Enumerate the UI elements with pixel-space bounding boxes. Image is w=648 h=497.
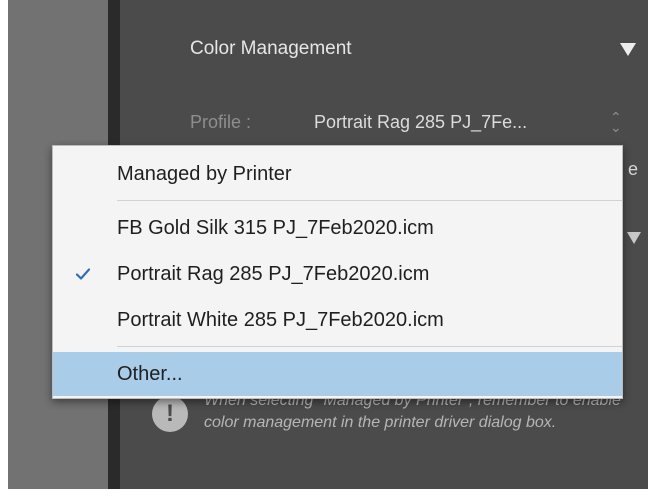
profile-label: Profile : <box>190 112 252 132</box>
triangle-down-icon[interactable] <box>620 43 636 56</box>
menu-item-fb-gold-silk[interactable]: FB Gold Silk 315 PJ_7Feb2020.icm <box>53 206 622 250</box>
up-down-stepper-icon[interactable]: ⌃ ⌄ <box>610 110 622 134</box>
triangle-down-icon[interactable] <box>627 232 641 244</box>
menu-item-label: Portrait Rag 285 PJ_7Feb2020.icm <box>117 263 430 285</box>
screenshot-canvas: Color Management Profile : Portrait Rag … <box>0 0 648 497</box>
menu-item-managed-by-printer[interactable]: Managed by Printer <box>53 152 622 196</box>
menu-item-label: Managed by Printer <box>117 163 292 185</box>
exclamation-icon: ! <box>152 396 188 432</box>
menu-item-label: FB Gold Silk 315 PJ_7Feb2020.icm <box>117 217 434 239</box>
info-note: ! When selecting "Managed by Printer", r… <box>152 392 632 472</box>
section-title: Color Management <box>190 38 352 59</box>
menu-item-label: Portrait White 285 PJ_7Feb2020.icm <box>117 309 444 331</box>
checkmark-icon <box>75 268 91 280</box>
menu-item-label: Other... <box>117 363 183 385</box>
color-management-header[interactable]: Color Management <box>120 10 648 90</box>
profile-dropdown-menu: Managed by Printer FB Gold Silk 315 PJ_7… <box>52 145 623 399</box>
obscured-text-fragment: e <box>628 159 639 179</box>
menu-separator <box>117 200 622 201</box>
profile-select[interactable]: Portrait Rag 285 PJ_7Fe... <box>314 112 527 133</box>
menu-item-portrait-rag[interactable]: Portrait Rag 285 PJ_7Feb2020.icm <box>53 252 622 296</box>
menu-separator <box>117 346 622 347</box>
menu-item-other[interactable]: Other... <box>53 352 622 396</box>
menu-item-portrait-white[interactable]: Portrait White 285 PJ_7Feb2020.icm <box>53 298 622 342</box>
